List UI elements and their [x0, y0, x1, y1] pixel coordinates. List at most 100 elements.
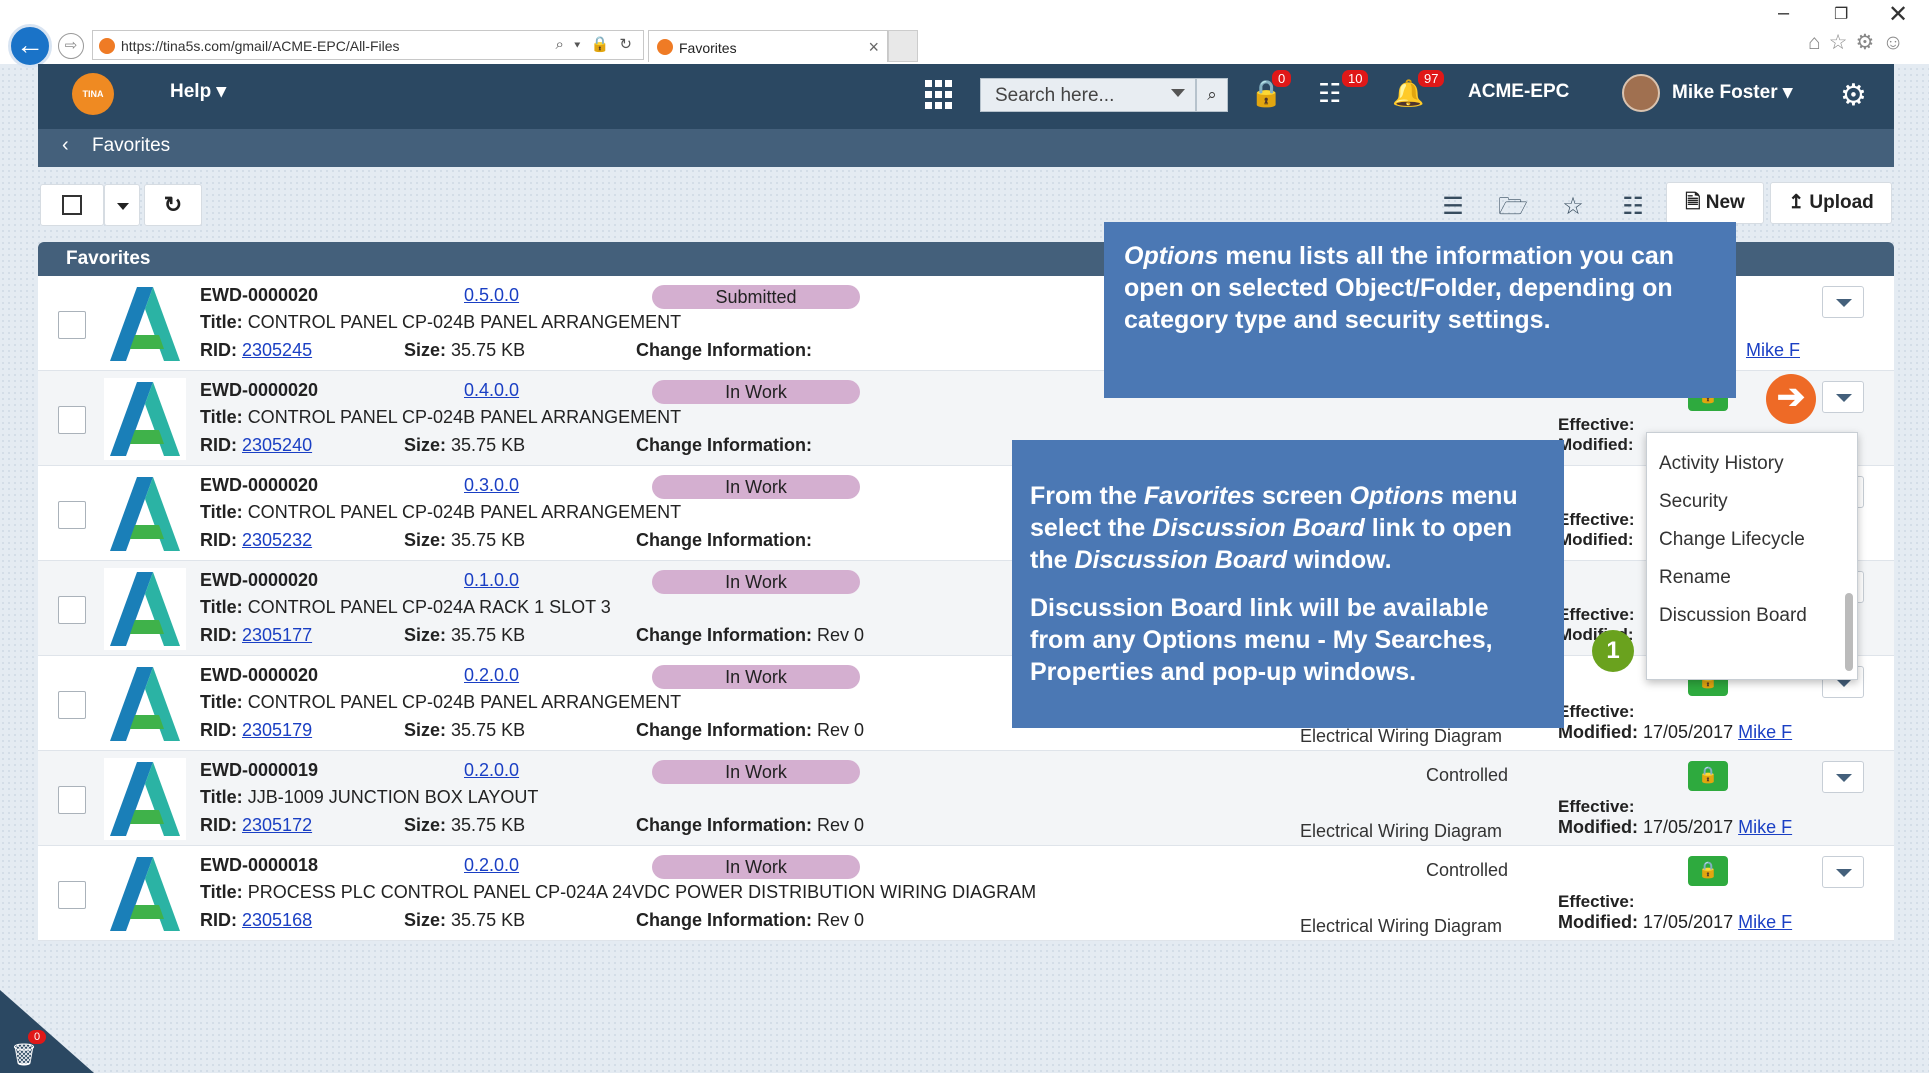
category-label: Electrical Wiring Diagram [1300, 726, 1503, 746]
version-link[interactable]: 0.1.0.0 [464, 570, 519, 591]
new-tab-button[interactable] [888, 30, 918, 62]
rid-label: RID: [200, 910, 237, 930]
search-icon[interactable]: ⌕ [1196, 78, 1228, 112]
change-label: Change Information: [636, 910, 812, 930]
table-row[interactable]: EWD-0000020 0.3.0.0 In Work Title: CONTROL … [38, 466, 1894, 561]
chevron-down-icon [1836, 299, 1852, 307]
new-button[interactable]: 🗎 New [1666, 182, 1764, 224]
size-value: 35.75 KB [451, 910, 526, 930]
table-row[interactable]: EWD-0000019 0.2.0.0 In Work Title: JJB-1009… [38, 751, 1894, 846]
row-checkbox[interactable] [58, 786, 86, 814]
upload-button[interactable]: ↥ Upload [1770, 182, 1892, 224]
avatar[interactable] [1622, 74, 1660, 112]
lock-icon[interactable]: 🔒 [1688, 856, 1728, 886]
rid-link[interactable]: 2305172 [242, 815, 312, 835]
window-maximize-button[interactable]: ❐ [1834, 4, 1848, 24]
menu-item-change-lifecycle[interactable]: Change Lifecycle [1659, 529, 1805, 551]
window-minimize-button[interactable]: – [1778, 2, 1789, 25]
version-link[interactable]: 0.3.0.0 [464, 475, 519, 496]
rid-link[interactable]: 2305232 [242, 530, 312, 550]
row-checkbox[interactable] [58, 311, 86, 339]
options-dropdown: Activity History Security Change Lifecyc… [1646, 432, 1858, 680]
rid-link[interactable]: 2305179 [242, 720, 312, 740]
back-button[interactable]: ← [8, 24, 52, 68]
row-checkbox[interactable] [58, 406, 86, 434]
window-close-button[interactable]: ✕ [1888, 0, 1908, 29]
org-chart-icon[interactable]: ☷ [1318, 78, 1341, 109]
options-menu-button[interactable] [1822, 761, 1864, 793]
effective-label: Effective: [1558, 892, 1635, 911]
browser-toolbar-icons[interactable]: ⌂☆⚙☺ [1808, 30, 1912, 55]
table-row[interactable]: EWD-0000018 0.2.0.0 In Work Title: PROCESS … [38, 846, 1894, 941]
rid-link[interactable]: 2305240 [242, 435, 312, 455]
modified-by-link[interactable]: Mike F [1738, 912, 1792, 932]
menu-item-discussion-board[interactable]: Discussion Board [1659, 605, 1807, 627]
menu-item-activity-history[interactable]: Activity History [1659, 453, 1784, 475]
tab-close-icon[interactable]: × [868, 37, 879, 58]
version-link[interactable]: 0.4.0.0 [464, 380, 519, 401]
app-navbar [38, 64, 1894, 129]
select-dropdown-button[interactable] [104, 184, 140, 226]
rid-link[interactable]: 2305245 [242, 340, 312, 360]
favorites-view-icon[interactable]: ☆ [1558, 192, 1588, 222]
row-checkbox[interactable] [58, 501, 86, 529]
dropdown-scrollbar[interactable] [1845, 593, 1853, 671]
select-all-checkbox[interactable] [40, 184, 104, 226]
version-link[interactable]: 0.2.0.0 [464, 855, 519, 876]
menu-item-security[interactable]: Security [1659, 491, 1728, 513]
version-link[interactable]: 0.5.0.0 [464, 285, 519, 306]
modified-field: Modified: 17/05/2017 Mike F [1558, 912, 1792, 933]
size-field: Size: 35.75 KB [404, 625, 525, 646]
list-view-icon[interactable]: ☰ [1438, 192, 1468, 222]
version-link[interactable]: 0.2.0.0 [464, 665, 519, 686]
title-value: JJB-1009 JUNCTION BOX LAYOUT [247, 787, 539, 807]
tenant-name[interactable]: ACME-EPC [1468, 81, 1569, 103]
change-label: Change Information: [636, 815, 812, 835]
browser-tab[interactable]: Favorites × [648, 30, 888, 62]
help-menu[interactable]: Help ▾ [170, 80, 226, 103]
change-info-field: Change Information: [636, 435, 812, 456]
options-menu-button[interactable] [1822, 286, 1864, 318]
modified-by-link[interactable]: Mike F [1738, 817, 1792, 837]
title-label: Title: [200, 597, 243, 617]
title-value: PROCESS PLC CONTROL PANEL CP-024A 24VDC … [247, 882, 1037, 902]
version-link[interactable]: 0.2.0.0 [464, 760, 519, 781]
row-checkbox[interactable] [58, 881, 86, 909]
apps-grid-icon[interactable] [925, 80, 955, 110]
rid-label: RID: [200, 530, 237, 550]
chevron-left-icon[interactable]: ‹ [62, 134, 69, 157]
user-menu[interactable]: Mike Foster ▾ [1672, 81, 1792, 104]
chevron-down-icon [1836, 394, 1852, 402]
lock-icon[interactable]: 🔒 [1688, 761, 1728, 791]
title-label: Title: [200, 787, 243, 807]
row-checkbox[interactable] [58, 691, 86, 719]
title-label: Title: [200, 407, 243, 427]
document-view-icon[interactable]: ☷ [1618, 192, 1648, 222]
chevron-down-icon [1836, 679, 1852, 687]
options-menu-button[interactable] [1822, 856, 1864, 888]
rid-link[interactable]: 2305168 [242, 910, 312, 930]
address-url[interactable]: https://tina5s.com/gmail/ACME-EPC/All-Fi… [121, 38, 400, 54]
rid-field: RID: 2305172 [200, 815, 312, 836]
size-value: 35.75 KB [451, 625, 526, 645]
refresh-button[interactable]: ↻ [144, 184, 202, 226]
options-menu-button[interactable] [1822, 381, 1864, 413]
file-type-icon [104, 758, 186, 840]
trash-count-badge: 0 [28, 1030, 47, 1044]
address-bar[interactable]: https://tina5s.com/gmail/ACME-EPC/All-Fi… [92, 30, 644, 60]
search-dropdown-icon[interactable] [1171, 89, 1185, 97]
modified-by-link[interactable]: Mike F [1738, 722, 1792, 742]
app-logo[interactable]: TINA [72, 73, 114, 115]
file-type-icon [104, 568, 186, 650]
forward-button[interactable]: ⇨ [58, 33, 84, 59]
row-checkbox[interactable] [58, 596, 86, 624]
menu-item-rename[interactable]: Rename [1659, 567, 1731, 589]
modified-by-link[interactable]: Mike F [1746, 340, 1800, 360]
rid-link[interactable]: 2305177 [242, 625, 312, 645]
change-info-field: Change Information: Rev 0 [636, 815, 864, 836]
trash-icon[interactable]: 🗑 [10, 1042, 38, 1068]
search-input[interactable]: Search here... [980, 78, 1196, 112]
gear-icon[interactable]: ⚙ [1840, 78, 1867, 113]
folder-view-icon[interactable]: 🗁 [1498, 192, 1528, 222]
address-tools-icons[interactable]: ⌕ ▾ 🔒 ↻ [556, 35, 635, 53]
